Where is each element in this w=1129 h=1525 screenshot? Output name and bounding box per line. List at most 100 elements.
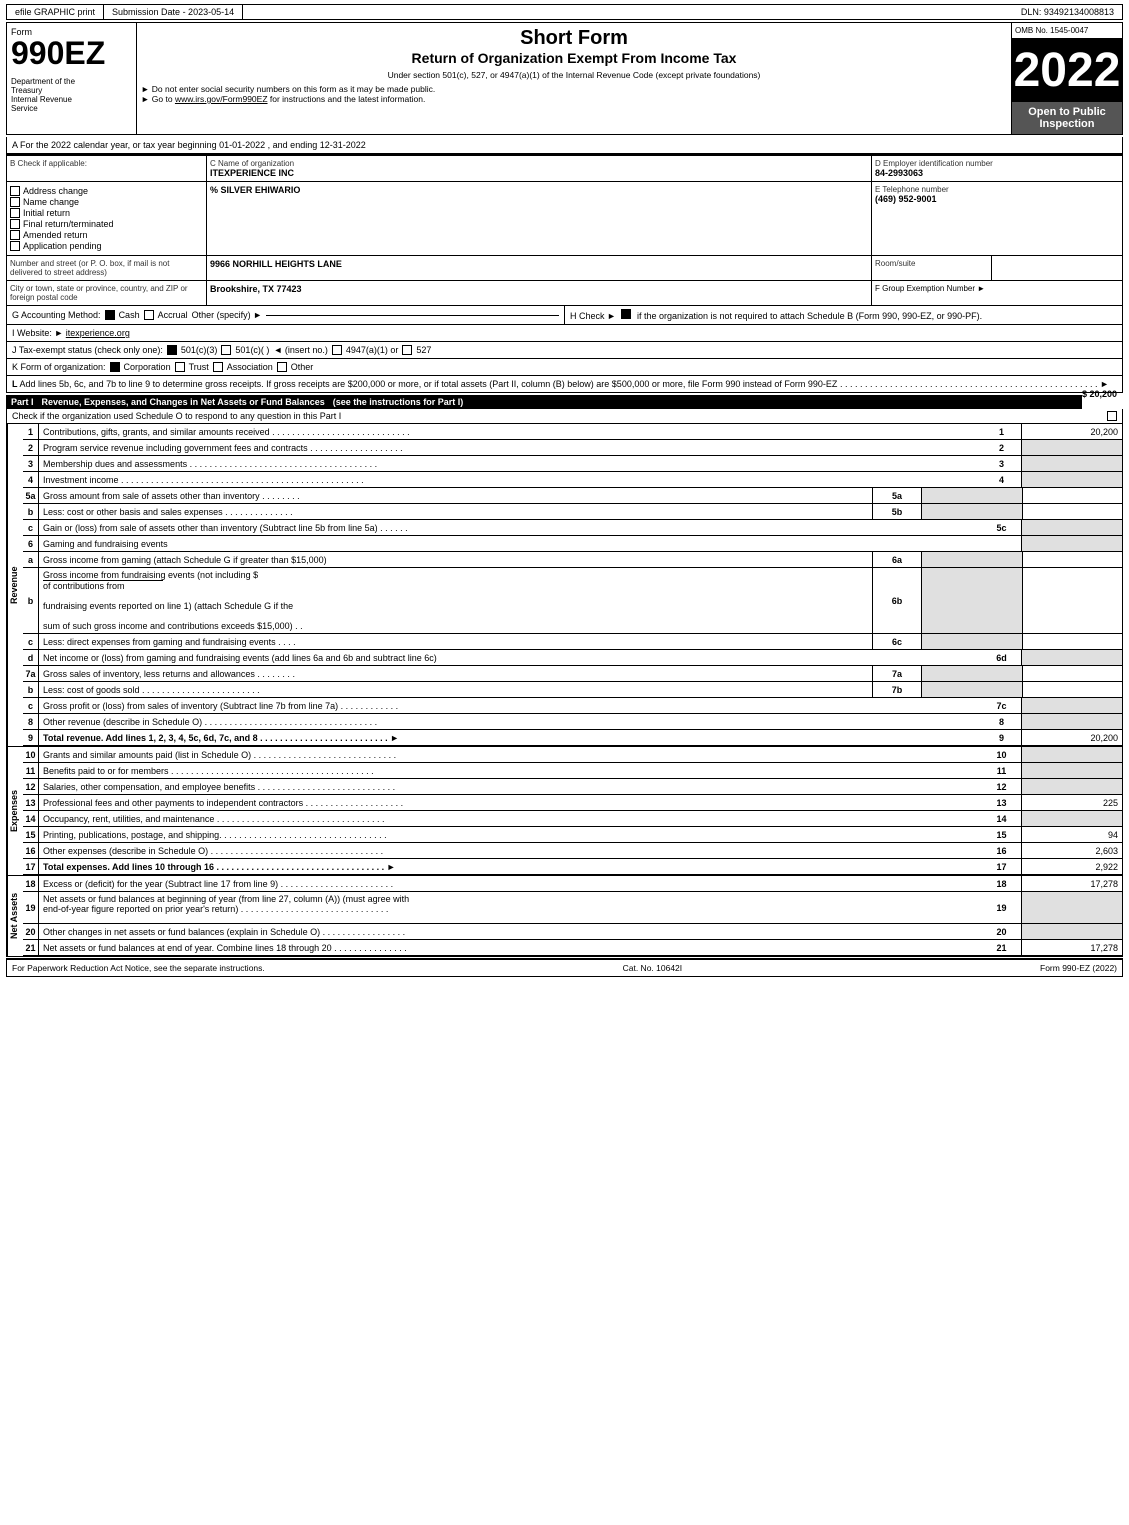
ein-value: 84-2993063 [875,168,1119,178]
line-amount-6c [922,634,1022,649]
checkbox-other[interactable] [277,362,287,372]
checkbox-sched-o[interactable] [1107,411,1117,421]
checkbox-cash[interactable] [105,310,115,320]
line-amount-5c [1022,520,1122,535]
acct-other: Other (specify) ► [192,310,262,320]
line-row-5b: b Less: cost or other basis and sales ex… [23,504,1122,520]
footer-bar: For Paperwork Reduction Act Notice, see … [6,958,1123,977]
check-final-return: Final return/terminated [10,219,203,229]
line-row-16: 16 Other expenses (describe in Schedule … [23,843,1122,859]
line-desc-5b: Less: cost or other basis and sales expe… [39,504,872,519]
form-trust: Trust [189,362,209,372]
checkbox-527[interactable] [402,345,412,355]
section-b-label: B Check if applicable: [10,159,203,168]
col-b-header: B Check if applicable: [7,156,207,181]
line-ref-20: 20 [982,924,1022,939]
net-assets-section: Net Assets 18 Excess or (deficit) for th… [6,876,1123,957]
label-address-change: Address change [23,186,88,196]
line-row-17: 17 Total expenses. Add lines 10 through … [23,859,1122,875]
line-desc-17: Total expenses. Add lines 10 through 16 … [39,859,982,874]
line-num-20: 20 [23,924,39,939]
checkbox-address-change[interactable] [10,186,20,196]
line-amount-7a [922,666,1022,681]
line-amount-14 [1022,811,1122,826]
line-ref-12: 12 [982,779,1022,794]
line-desc-5c: Gain or (loss) from sale of assets other… [39,520,982,535]
part-i-check-text: Check if the organization used Schedule … [12,411,341,421]
line-row-20: 20 Other changes in net assets or fund b… [23,924,1122,940]
checkbox-assoc[interactable] [213,362,223,372]
line-ref-8: 8 [982,714,1022,729]
checkbox-initial-return[interactable] [10,208,20,218]
h-desc: if the organization is not required to a… [637,311,982,321]
tax-501c3: 501(c)(3) [181,345,218,355]
checkbox-corp[interactable] [110,362,120,372]
checkbox-app-pending[interactable] [10,241,20,251]
line-num-6: 6 [23,536,39,551]
address-row: Number and street (or P. O. box, if mail… [7,256,1122,281]
line-box-5b: 5b [872,504,922,519]
check-address-change: Address change [10,186,203,196]
year-section: OMB No. 1545-0047 2022 Open to Public In… [1012,23,1122,134]
label-app-pending: Application pending [23,241,102,251]
checkbox-final-return[interactable] [10,219,20,229]
checkbox-h[interactable] [621,309,631,319]
line-num-17: 17 [23,859,39,874]
form-assoc: Association [227,362,273,372]
label-name-change: Name change [23,197,79,207]
part-i-check-line: Check if the organization used Schedule … [6,409,1123,424]
line-desc-4: Investment income . . . . . . . . . . . … [39,472,982,487]
line-desc-21: Net assets or fund balances at end of ye… [39,940,982,955]
line-num-21: 21 [23,940,39,955]
net-assets-lines: 18 Excess or (deficit) for the year (Sub… [23,876,1122,956]
footer-right: Form 990-EZ (2022) [1040,963,1117,973]
line-desc-5a: Gross amount from sale of assets other t… [39,488,872,503]
checkbox-501c[interactable] [221,345,231,355]
dept-line1: Department of the [11,77,132,86]
website-url[interactable]: itexperience.org [66,328,130,338]
line-amount-3 [1022,456,1122,471]
row2: Address change Name change Initial retur… [7,182,1122,256]
note1: ► Do not enter social security numbers o… [141,84,1007,94]
line-num-10: 10 [23,747,39,762]
line-num-4: 4 [23,472,39,487]
line-desc-13: Professional fees and other payments to … [39,795,982,810]
checkbox-4947[interactable] [332,345,342,355]
line-num-2: 2 [23,440,39,455]
section-l-text: Add lines 5b, 6c, and 7b to line 9 to de… [20,379,838,389]
line-row-10: 10 Grants and similar amounts paid (list… [23,747,1122,763]
line-num-3: 3 [23,456,39,471]
line-amount-1: 20,200 [1022,424,1122,439]
group-label: F Group Exemption Number [875,284,975,293]
form-other: Other [291,362,314,372]
expenses-side-label: Expenses [7,747,23,875]
checkbox-trust[interactable] [175,362,185,372]
line-box-7a: 7a [872,666,922,681]
line-num-1: 1 [23,424,39,439]
line-row-6b: b Gross income from fundraising events (… [23,568,1122,634]
top-bar: efile GRAPHIC print Submission Date - 20… [6,4,1123,20]
checkbox-accrual[interactable] [144,310,154,320]
part-i-container: Part I Revenue, Expenses, and Changes in… [6,395,1123,957]
line-empty-5b [1022,504,1122,519]
checkbox-amended[interactable] [10,230,20,240]
room-col: Room/suite [872,256,992,280]
line-ref-4: 4 [982,472,1022,487]
revenue-section: Revenue 1 Contributions, gifts, grants, … [6,424,1123,747]
checkbox-501c3[interactable] [167,345,177,355]
line-num-12: 12 [23,779,39,794]
line-ref-19: 19 [982,892,1022,923]
line-amount-8 [1022,714,1122,729]
phone-value: (469) 952-9001 [875,194,1119,204]
tax-label: J Tax-exempt status (check only one): [12,345,163,355]
h-text: H Check ► [570,311,616,321]
line-row-18: 18 Excess or (deficit) for the year (Sub… [23,876,1122,892]
checkbox-name-change[interactable] [10,197,20,207]
line-num-5b: b [23,504,39,519]
line-amount-19 [1022,892,1122,923]
line-empty-6c [1022,634,1122,649]
check-initial-return: Initial return [10,208,203,218]
form-type-label: K Form of organization: [12,362,106,372]
line-ref-21: 21 [982,940,1022,955]
irs-link[interactable]: www.irs.gov/Form990EZ [175,94,268,104]
